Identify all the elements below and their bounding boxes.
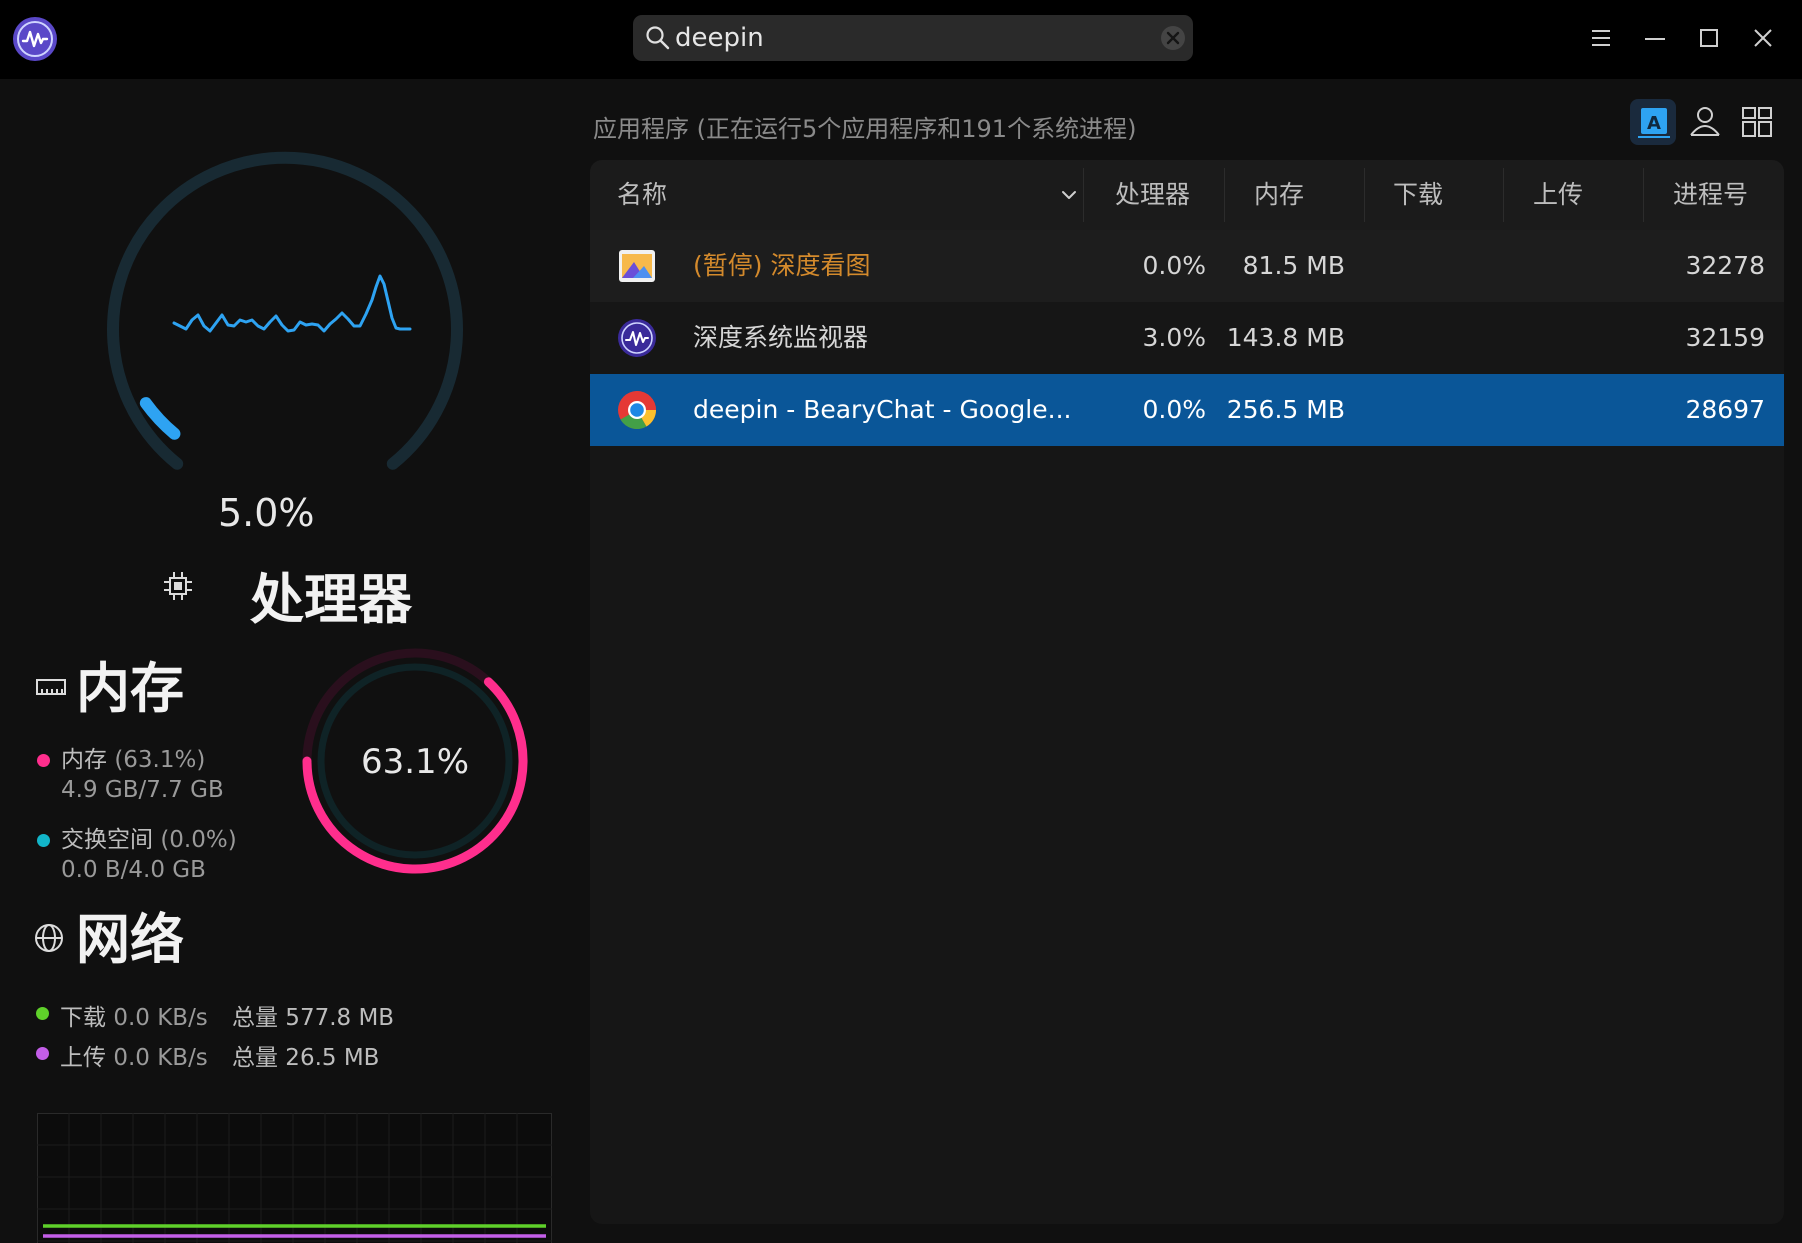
cpu-title: 处理器: [250, 568, 412, 631]
download-label: 下载: [60, 1005, 106, 1031]
network-title: 网络: [76, 908, 184, 971]
column-memory[interactable]: 内存: [1254, 160, 1304, 230]
download-rate: 0.0 KB/s: [113, 1005, 208, 1031]
cpu-usage-value: 5.0%: [218, 491, 315, 535]
process-pid: 32159: [1685, 323, 1765, 352]
search-input[interactable]: [675, 15, 1135, 61]
process-panel: 应用程序 (正在运行5个应用程序和191个系统进程) A 名称 处理器 内存 下…: [590, 79, 1790, 1229]
memory-dot: [37, 754, 50, 767]
resource-overview-panel: 5.0% 处理器 内存 内存 (63.1%) 4.9 GB/7.7 GB 交换空…: [0, 79, 585, 1243]
memory-usage-value: 63.1%: [360, 742, 469, 782]
process-memory: 81.5 MB: [1242, 251, 1345, 280]
upload-label: 上传: [60, 1045, 106, 1071]
memory-legend: 内存 (63.1%) 4.9 GB/7.7 GB: [37, 745, 224, 805]
column-divider[interactable]: [1364, 168, 1365, 222]
image-viewer-icon: [619, 250, 655, 282]
upload-stats: 上传 0.0 KB/s 总量 26.5 MB: [36, 1038, 379, 1072]
memory-label: 内存: [61, 747, 107, 773]
menu-icon[interactable]: [1583, 20, 1619, 56]
memory-percent: (63.1%): [114, 747, 206, 773]
close-icon[interactable]: [1745, 20, 1781, 56]
column-divider[interactable]: [1224, 168, 1225, 222]
table-row[interactable]: deepin - BearyChat - Google... 0.0% 256.…: [590, 374, 1784, 446]
search-icon: [646, 26, 670, 50]
process-cpu: 0.0%: [1142, 251, 1206, 280]
column-cpu[interactable]: 处理器: [1115, 160, 1190, 230]
system-monitor-window: 5.0% 处理器 内存 内存 (63.1%) 4.9 GB/7.7 GB: [0, 0, 1802, 1243]
upload-total: 总量 26.5 MB: [232, 1045, 380, 1071]
process-name: deepin - BearyChat - Google...: [693, 395, 1072, 424]
process-download: [1364, 230, 1484, 302]
swap-label: 交换空间: [61, 827, 153, 853]
upload-rate: 0.0 KB/s: [113, 1045, 208, 1071]
user-view-icon[interactable]: [1682, 99, 1728, 145]
process-summary: 应用程序 (正在运行5个应用程序和191个系统进程): [593, 115, 1137, 143]
column-name[interactable]: 名称: [617, 160, 667, 230]
column-upload[interactable]: 上传: [1533, 160, 1583, 230]
process-cpu: 0.0%: [1142, 395, 1206, 424]
table-header: 名称 处理器 内存 下载 上传 进程号: [590, 160, 1784, 230]
system-monitor-icon[interactable]: [12, 16, 58, 62]
table-row[interactable]: (暂停) 深度看图 0.0% 81.5 MB 32278: [590, 230, 1784, 302]
column-divider[interactable]: [1503, 168, 1504, 222]
search-box[interactable]: [633, 15, 1193, 61]
download-dot: [36, 1007, 49, 1020]
network-history-graph: [37, 1113, 552, 1243]
system-monitor-icon: [618, 319, 656, 357]
column-divider[interactable]: [1083, 168, 1084, 222]
swap-percent: (0.0%): [160, 827, 237, 853]
download-stats: 下载 0.0 KB/s 总量 577.8 MB: [36, 998, 394, 1032]
process-pid: 28697: [1685, 395, 1765, 424]
column-download[interactable]: 下载: [1393, 160, 1443, 230]
process-upload: [1503, 302, 1623, 374]
cpu-chip-icon: [164, 572, 192, 600]
app-view-icon[interactable]: A: [1630, 99, 1676, 145]
memory-title: 内存: [76, 657, 184, 720]
swap-legend: 交换空间 (0.0%) 0.0 B/4.0 GB: [37, 825, 237, 885]
memory-icon: [36, 679, 66, 695]
cpu-usage-ring: [107, 151, 463, 470]
process-download: [1364, 302, 1484, 374]
upload-dot: [36, 1047, 49, 1060]
process-memory: 143.8 MB: [1226, 323, 1345, 352]
process-pid: 32278: [1685, 251, 1765, 280]
swap-dot: [37, 834, 50, 847]
cpu-history-line: [172, 274, 412, 333]
chrome-icon: [618, 391, 657, 430]
column-divider[interactable]: [1643, 168, 1644, 222]
process-upload: [1503, 230, 1623, 302]
swap-detail: 0.0 B/4.0 GB: [61, 857, 206, 883]
all-processes-icon[interactable]: [1734, 99, 1780, 145]
download-total: 总量 577.8 MB: [232, 1005, 395, 1031]
minimize-icon[interactable]: [1637, 20, 1673, 56]
title-bar: [0, 0, 1802, 79]
process-name: 深度系统监视器: [693, 323, 869, 352]
process-name: (暂停) 深度看图: [693, 251, 871, 280]
svg-text:A: A: [1647, 113, 1661, 134]
process-download: [1364, 374, 1484, 446]
process-memory: 256.5 MB: [1226, 395, 1345, 424]
clear-search-icon[interactable]: [1159, 24, 1187, 52]
process-cpu: 3.0%: [1142, 323, 1206, 352]
table-row[interactable]: 深度系统监视器 3.0% 143.8 MB 32159: [590, 302, 1784, 374]
process-table: 名称 处理器 内存 下载 上传 进程号 (暂停) 深度看图 0.0% 81.5 …: [590, 160, 1784, 1224]
process-upload: [1503, 374, 1623, 446]
column-pid[interactable]: 进程号: [1673, 160, 1748, 230]
memory-detail: 4.9 GB/7.7 GB: [61, 777, 224, 803]
chevron-down-icon[interactable]: [1058, 184, 1080, 206]
globe-icon: [35, 924, 63, 952]
maximize-icon[interactable]: [1691, 20, 1727, 56]
